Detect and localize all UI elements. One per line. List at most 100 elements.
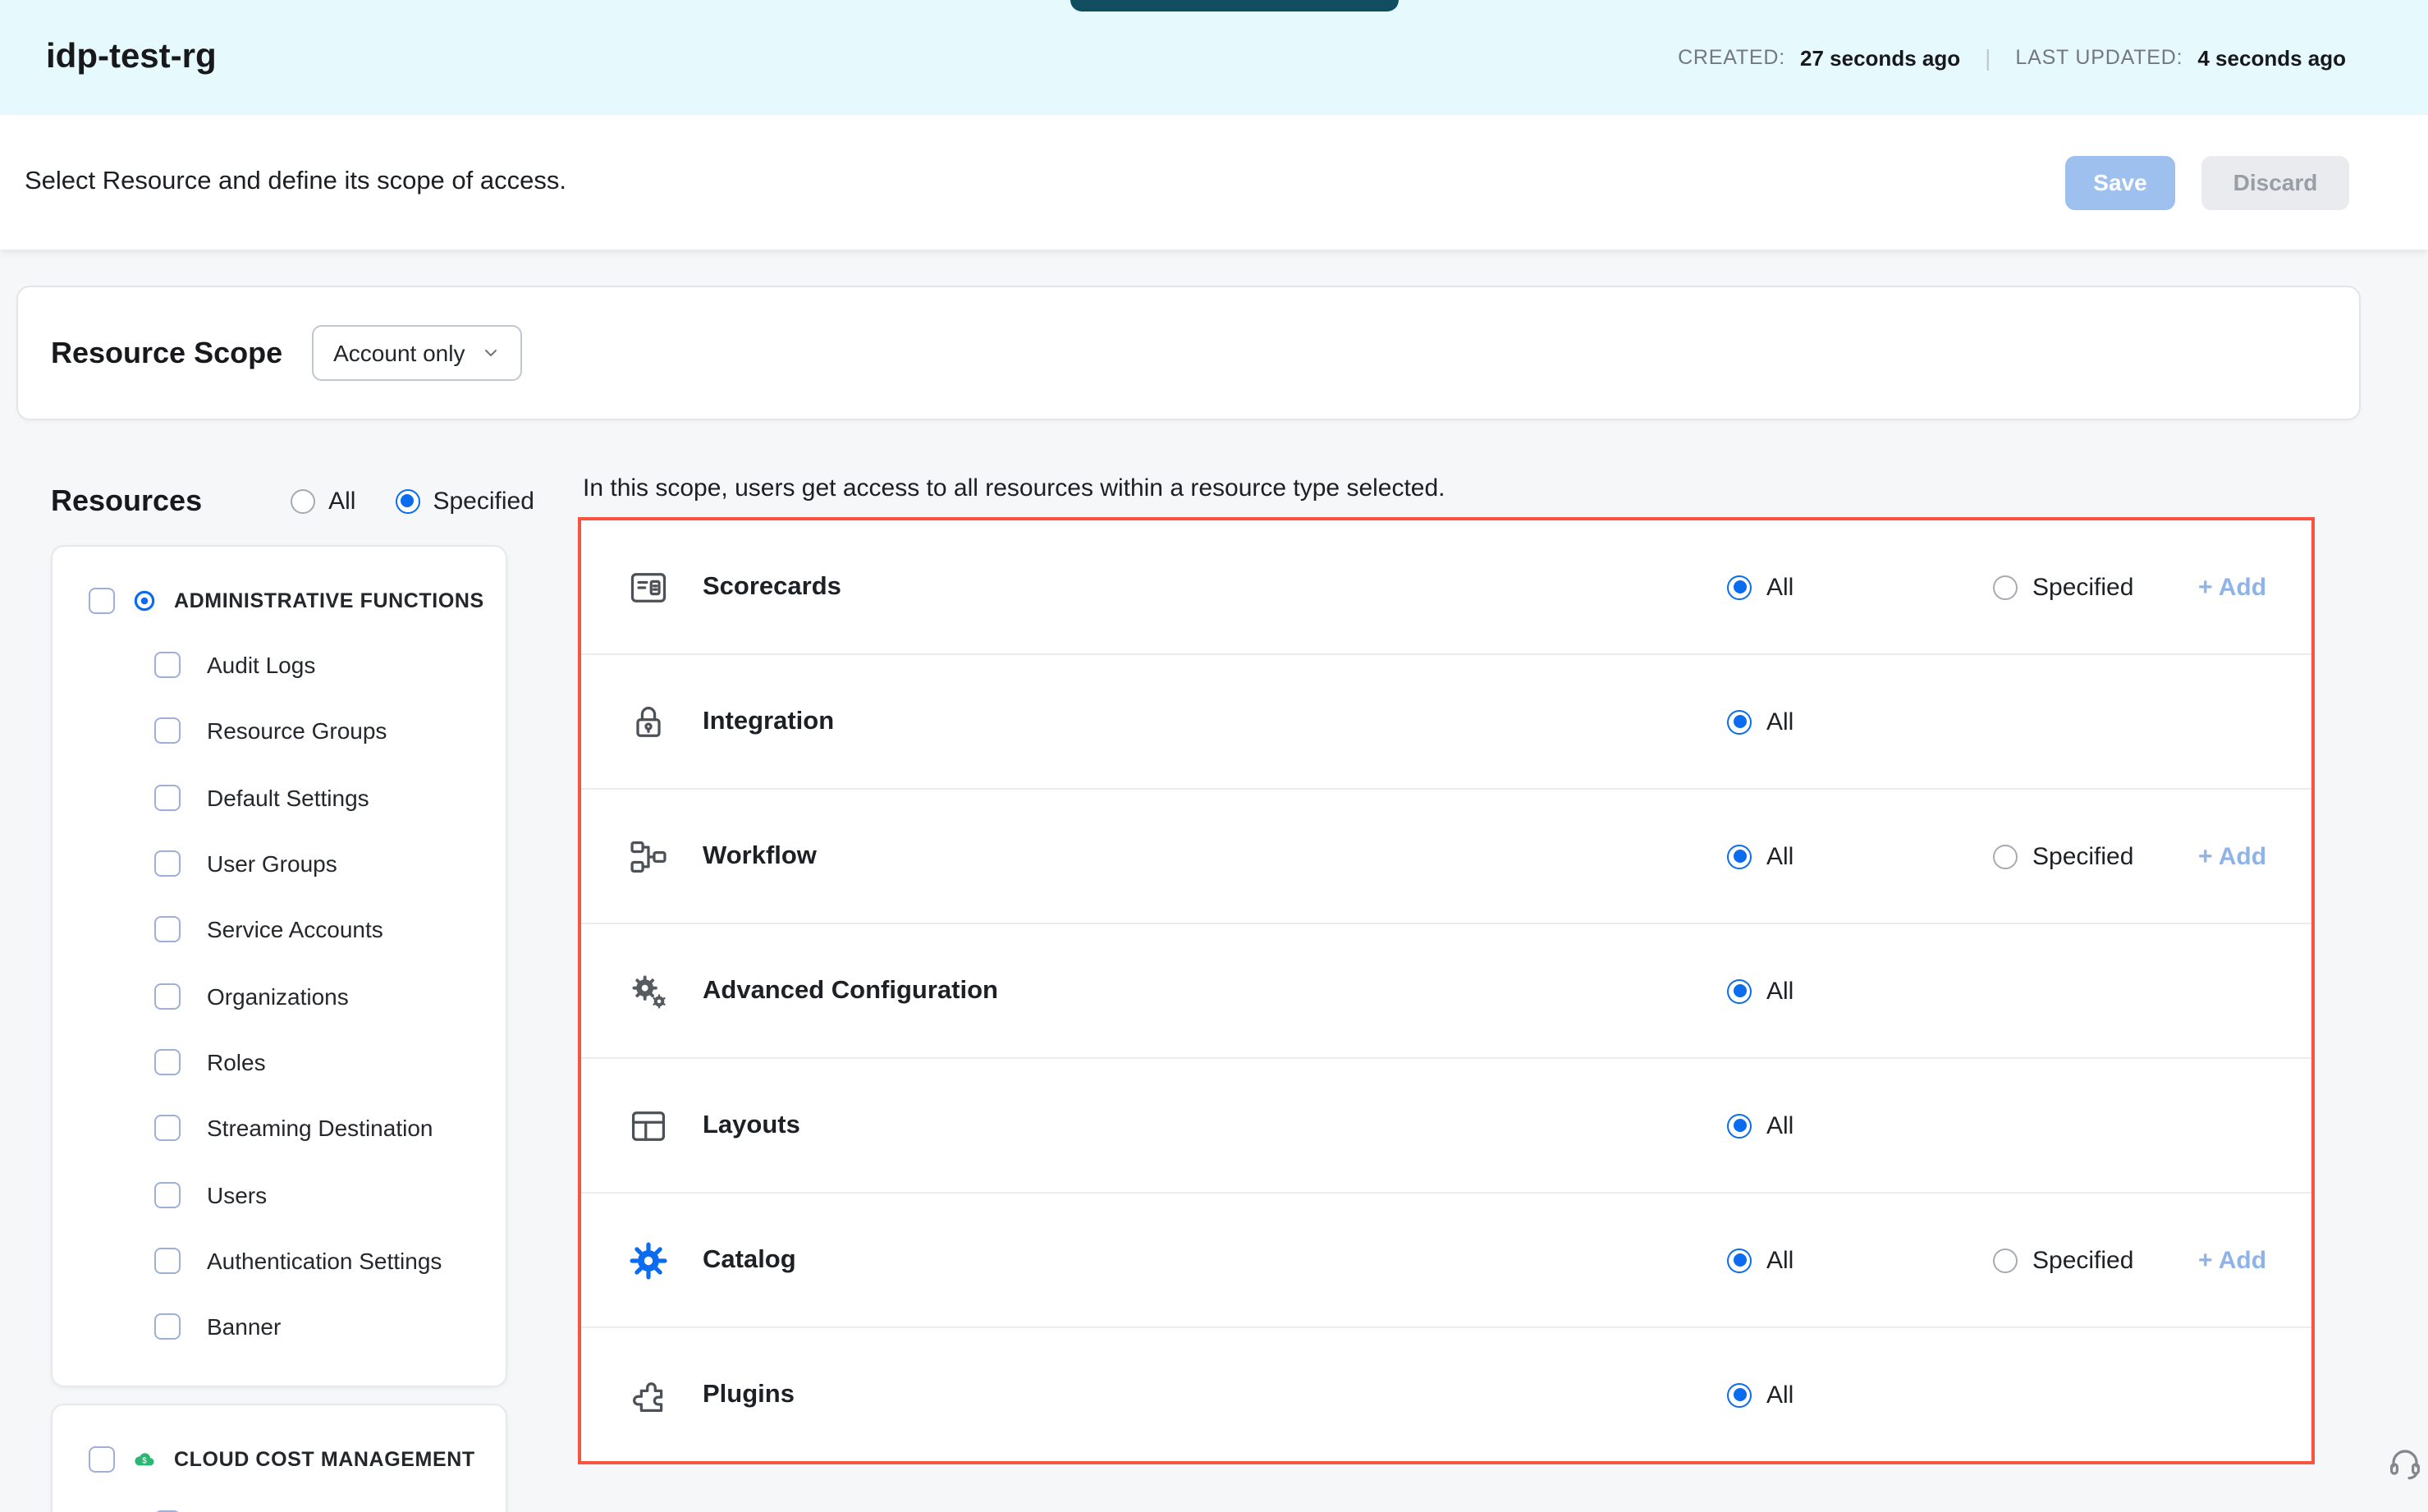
specified-radio[interactable]	[1993, 1248, 2018, 1272]
all-option[interactable]: All	[1727, 1111, 1794, 1139]
top-toast	[1070, 0, 1399, 11]
resources-radio-all[interactable]: All	[291, 487, 355, 515]
checkbox[interactable]	[154, 983, 181, 1009]
all-radio[interactable]	[1727, 978, 1752, 1003]
tree-item-label: Users	[207, 1181, 267, 1207]
specified-radio[interactable]	[395, 488, 419, 513]
group-checkbox[interactable]	[89, 1446, 115, 1473]
tree-item-label: Resource Groups	[207, 718, 387, 745]
list-item[interactable]: Roles	[53, 1029, 506, 1096]
checkbox[interactable]	[154, 1181, 181, 1207]
list-item[interactable]: Default Settings	[53, 764, 506, 831]
list-item[interactable]: User Groups	[53, 831, 506, 897]
cloud-dollar-icon: $	[131, 1446, 158, 1473]
tree-item-label: Organizations	[207, 983, 349, 1009]
checkbox[interactable]	[154, 1248, 181, 1274]
add-button[interactable]: + Add	[2198, 842, 2266, 870]
all-radio[interactable]	[291, 488, 315, 513]
layouts-icon	[627, 1104, 670, 1147]
created-label: CREATED:	[1678, 46, 1785, 69]
all-option[interactable]: All	[1727, 1246, 1794, 1274]
all-label: All	[1766, 842, 1794, 870]
checkbox[interactable]	[154, 718, 181, 745]
resource-scope-dropdown[interactable]: Account only	[312, 325, 522, 381]
updated-label: LAST UPDATED:	[2015, 46, 2183, 69]
resource-type-label: Advanced Configuration	[703, 976, 998, 1006]
page-header: idp-test-rg CREATED: 27 seconds ago | LA…	[0, 0, 2428, 115]
resource-scope-selected-value: Account only	[333, 340, 465, 366]
resource-type-label: Catalog	[703, 1245, 796, 1275]
specified-option[interactable]: Specified	[1993, 1246, 2133, 1274]
resources-group-cloud-cost-management: $ CLOUD COST MANAGEMENT Recommendations	[51, 1404, 507, 1512]
specified-label: Specified	[2032, 842, 2133, 870]
resource-group-page: idp-test-rg CREATED: 27 seconds ago | LA…	[0, 0, 2428, 1512]
resource-row-workflow: Workflow All Specified + Add	[581, 790, 2311, 924]
list-item[interactable]: Authentication Settings	[53, 1227, 506, 1294]
resources-header: Resources All Specified	[51, 476, 534, 525]
specified-option[interactable]: Specified	[1993, 573, 2133, 601]
resources-radio-specified[interactable]: Specified	[395, 487, 534, 515]
tree-item-label: Streaming Destination	[207, 1115, 433, 1141]
checkbox[interactable]	[154, 784, 181, 810]
all-radio[interactable]	[1727, 844, 1752, 868]
chevron-down-icon	[481, 343, 501, 363]
list-item[interactable]: Streaming Destination	[53, 1095, 506, 1161]
all-radio[interactable]	[1727, 1113, 1752, 1138]
integration-lock-icon	[627, 700, 670, 743]
group-header: ADMINISTRATIVE FUNCTIONS	[53, 570, 506, 632]
specified-radio[interactable]	[1993, 844, 2018, 868]
toolbar-actions: Save Discard	[2065, 155, 2349, 209]
list-item[interactable]: Banner	[53, 1294, 506, 1360]
list-item[interactable]: Organizations	[53, 963, 506, 1029]
action-toolbar: Select Resource and define its scope of …	[0, 115, 2428, 250]
add-button[interactable]: + Add	[2198, 573, 2266, 601]
list-item[interactable]: Resource Groups	[53, 699, 506, 765]
tree-item-label: Default Settings	[207, 784, 369, 810]
target-icon	[131, 588, 158, 614]
group-header: $ CLOUD COST MANAGEMENT	[53, 1428, 506, 1491]
scope-description: In this scope, users get access to all r…	[583, 474, 1445, 502]
help-widget-button[interactable]	[2385, 1443, 2425, 1482]
all-label: All	[1766, 977, 1794, 1005]
specified-option[interactable]: Specified	[1993, 842, 2133, 870]
all-option[interactable]: All	[1727, 1381, 1794, 1409]
group-checkbox[interactable]	[89, 588, 115, 614]
checkbox[interactable]	[154, 652, 181, 678]
list-item[interactable]: Recommendations	[53, 1491, 506, 1512]
all-radio[interactable]	[1727, 709, 1752, 734]
discard-button[interactable]: Discard	[2201, 155, 2349, 209]
resource-scope-card: Resource Scope Account only	[16, 286, 2361, 420]
specified-radio-label: Specified	[433, 487, 534, 515]
all-option[interactable]: All	[1727, 842, 1794, 870]
all-radio[interactable]	[1727, 575, 1752, 599]
advanced-configuration-icon	[627, 969, 670, 1012]
checkbox[interactable]	[154, 1049, 181, 1075]
all-radio[interactable]	[1727, 1248, 1752, 1272]
all-option[interactable]: All	[1727, 708, 1794, 735]
checkbox[interactable]	[154, 1115, 181, 1141]
checkbox[interactable]	[154, 1313, 181, 1340]
list-item[interactable]: Audit Logs	[53, 632, 506, 699]
updated-value: 4 seconds ago	[2197, 45, 2346, 70]
scorecards-icon	[627, 566, 670, 608]
all-option[interactable]: All	[1727, 977, 1794, 1005]
all-radio-label: All	[328, 487, 355, 515]
checkbox[interactable]	[154, 917, 181, 943]
checkbox[interactable]	[154, 850, 181, 877]
resource-row-plugins: Plugins All	[581, 1328, 2311, 1461]
list-item[interactable]: Service Accounts	[53, 896, 506, 963]
add-button[interactable]: + Add	[2198, 1246, 2266, 1274]
all-label: All	[1766, 1246, 1794, 1274]
specified-radio[interactable]	[1993, 575, 2018, 599]
group-label: CLOUD COST MANAGEMENT	[174, 1448, 475, 1471]
all-radio[interactable]	[1727, 1382, 1752, 1407]
resource-row-layouts: Layouts All	[581, 1059, 2311, 1194]
save-button[interactable]: Save	[2065, 155, 2175, 209]
specified-label: Specified	[2032, 573, 2133, 601]
resource-type-label: Scorecards	[703, 572, 841, 602]
all-label: All	[1766, 1381, 1794, 1409]
resource-type-label: Workflow	[703, 841, 817, 871]
resource-scope-label: Resource Scope	[51, 336, 282, 370]
list-item[interactable]: Users	[53, 1161, 506, 1228]
all-option[interactable]: All	[1727, 573, 1794, 601]
